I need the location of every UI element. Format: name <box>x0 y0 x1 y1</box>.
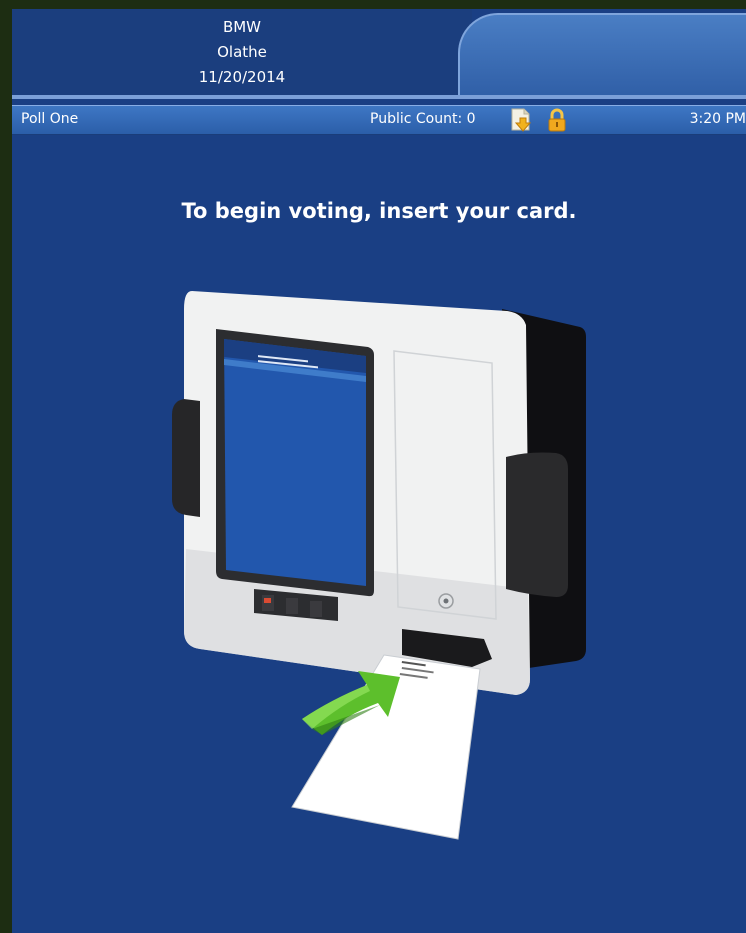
header-line-1: BMW <box>222 18 262 36</box>
voting-screen: BMW Olathe 11/20/2014 Poll One Public Co… <box>12 9 746 933</box>
status-bar: Poll One Public Count: 0 3:20 PM <box>12 105 746 135</box>
poll-name: Poll One <box>21 111 79 127</box>
clock-time: 3:20 PM <box>689 111 746 127</box>
header-line-3: 11/20/2014 <box>198 68 286 86</box>
panel-button-2 <box>286 598 298 614</box>
header-tab <box>458 13 746 99</box>
header-line-2: Olathe <box>217 43 267 61</box>
header-panel: BMW Olathe 11/20/2014 <box>12 9 472 95</box>
insert-card-instruction: To begin voting, insert your card. <box>181 199 577 223</box>
header-separator <box>12 95 746 99</box>
document-icon[interactable] <box>508 107 534 133</box>
left-grip <box>172 399 200 517</box>
panel-button-3 <box>310 601 322 617</box>
voting-machine-illustration <box>172 291 586 840</box>
public-count: Public Count: 0 <box>370 111 476 127</box>
right-grip <box>506 452 568 597</box>
lock-icon[interactable] <box>546 107 568 133</box>
